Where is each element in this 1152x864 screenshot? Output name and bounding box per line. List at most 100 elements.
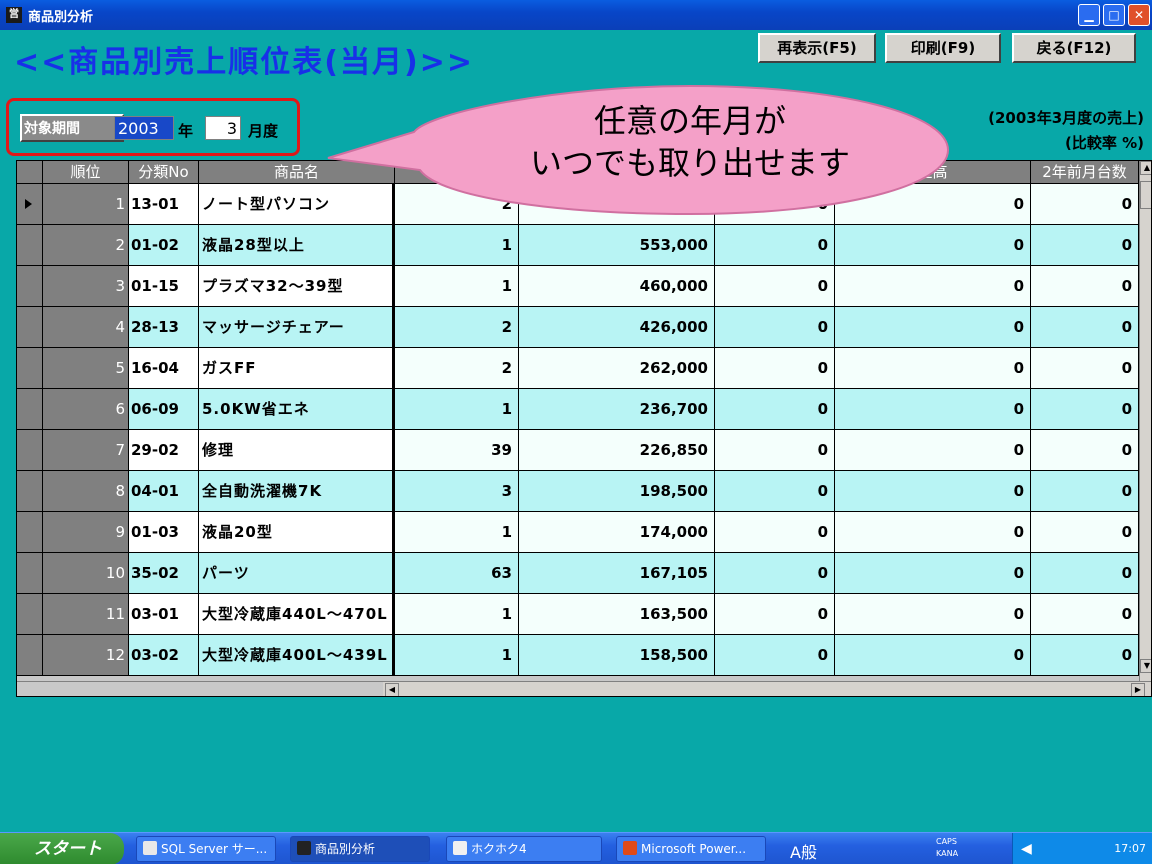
row-selector[interactable]	[17, 430, 43, 471]
last-year-qty-cell[interactable]: 0	[715, 389, 835, 430]
row-selector[interactable]	[17, 389, 43, 430]
category-no-cell[interactable]: 03-02	[129, 635, 199, 676]
category-no-cell[interactable]: 04-01	[129, 471, 199, 512]
last-year-amount-cell[interactable]: 0	[835, 348, 1031, 389]
scroll-down-arrow-icon[interactable]: ▼	[1140, 659, 1151, 673]
vertical-scroll-thumb[interactable]	[1140, 181, 1151, 209]
taskbar-item-product-analysis[interactable]: 商品別分析	[290, 836, 430, 862]
row-selector[interactable]	[17, 471, 43, 512]
this-month-amount-cell[interactable]	[519, 184, 715, 225]
year-input[interactable]: 2003	[114, 116, 174, 140]
two-year-qty-cell[interactable]: 0	[1031, 184, 1139, 225]
rank-cell[interactable]: 8	[43, 471, 129, 512]
row-selector[interactable]	[17, 553, 43, 594]
scroll-left-arrow-icon[interactable]: ◀	[385, 683, 399, 696]
last-year-qty-cell[interactable]: 0	[715, 307, 835, 348]
category-no-cell[interactable]: 29-02	[129, 430, 199, 471]
product-name-cell[interactable]: 5.0KW省エネ	[199, 389, 395, 430]
horizontal-scrollbar[interactable]: ◀ ▶	[383, 681, 1151, 696]
two-year-qty-cell[interactable]: 0	[1031, 471, 1139, 512]
row-selector[interactable]	[17, 348, 43, 389]
last-year-amount-cell[interactable]: 0	[835, 635, 1031, 676]
last-year-amount-cell[interactable]: 0	[835, 512, 1031, 553]
product-name-cell[interactable]: 修理	[199, 430, 395, 471]
this-month-amount-cell[interactable]: 158,500	[519, 635, 715, 676]
rank-cell[interactable]: 9	[43, 512, 129, 553]
table-row[interactable]: 4 28-13 マッサージチェアー 2 426,000 0 0 0	[17, 307, 1151, 348]
this-month-amount-cell[interactable]: 167,105	[519, 553, 715, 594]
category-no-cell[interactable]: 28-13	[129, 307, 199, 348]
table-row[interactable]: 9 01-03 液晶20型 1 174,000 0 0 0	[17, 512, 1151, 553]
header-category-no[interactable]: 分類No	[129, 161, 199, 184]
product-name-cell[interactable]: プラズマ32～39型	[199, 266, 395, 307]
ime-indicator[interactable]: A般	[790, 839, 817, 863]
last-year-qty-cell[interactable]: 0	[715, 512, 835, 553]
last-year-qty-cell[interactable]: 0	[715, 594, 835, 635]
table-row[interactable]: 2 01-02 液晶28型以上 1 553,000 0 0 0	[17, 225, 1151, 266]
scroll-up-arrow-icon[interactable]: ▲	[1140, 161, 1151, 175]
close-button[interactable]: ✕	[1128, 4, 1150, 26]
product-name-cell[interactable]: 大型冷蔵庫440L～470L	[199, 594, 395, 635]
last-year-qty-cell[interactable]: 0	[715, 348, 835, 389]
last-year-amount-cell[interactable]: 0	[835, 471, 1031, 512]
product-name-cell[interactable]: パーツ	[199, 553, 395, 594]
last-year-amount-cell[interactable]: 0	[835, 430, 1031, 471]
header-two-year-qty[interactable]: 2年前月台数	[1031, 161, 1139, 184]
two-year-qty-cell[interactable]: 0	[1031, 389, 1139, 430]
last-year-amount-cell[interactable]: 0	[835, 184, 1031, 225]
last-year-qty-cell[interactable]: 0	[715, 225, 835, 266]
category-no-cell[interactable]: 35-02	[129, 553, 199, 594]
this-month-amount-cell[interactable]: 426,000	[519, 307, 715, 348]
table-row[interactable]: 3 01-15 プラズマ32～39型 1 460,000 0 0 0	[17, 266, 1151, 307]
category-no-cell[interactable]: 03-01	[129, 594, 199, 635]
row-selector[interactable]	[17, 225, 43, 266]
print-button[interactable]: 印刷(F9)	[885, 33, 1001, 63]
this-month-amount-cell[interactable]: 460,000	[519, 266, 715, 307]
row-selector[interactable]	[17, 635, 43, 676]
header-product-name[interactable]: 商品名	[199, 161, 395, 184]
this-month-amount-cell[interactable]: 553,000	[519, 225, 715, 266]
this-month-qty-cell[interactable]: 2	[395, 348, 519, 389]
last-year-amount-cell[interactable]: 0	[835, 225, 1031, 266]
product-name-cell[interactable]: 液晶20型	[199, 512, 395, 553]
header-rank[interactable]: 順位	[43, 161, 129, 184]
last-year-amount-cell[interactable]: 0	[835, 266, 1031, 307]
rank-cell[interactable]: 6	[43, 389, 129, 430]
category-no-cell[interactable]: 01-02	[129, 225, 199, 266]
this-month-amount-cell[interactable]: 262,000	[519, 348, 715, 389]
this-month-qty-cell[interactable]: 1	[395, 225, 519, 266]
this-month-qty-cell[interactable]: 3	[395, 471, 519, 512]
category-no-cell[interactable]: 06-09	[129, 389, 199, 430]
rank-cell[interactable]: 10	[43, 553, 129, 594]
table-row[interactable]: 11 03-01 大型冷蔵庫440L～470L 1 163,500 0 0 0	[17, 594, 1151, 635]
this-month-qty-cell[interactable]: 1	[395, 594, 519, 635]
table-row[interactable]: 6 06-09 5.0KW省エネ 1 236,700 0 0 0	[17, 389, 1151, 430]
product-name-cell[interactable]: 大型冷蔵庫400L～439L	[199, 635, 395, 676]
this-month-amount-cell[interactable]: 198,500	[519, 471, 715, 512]
two-year-qty-cell[interactable]: 0	[1031, 266, 1139, 307]
two-year-qty-cell[interactable]: 0	[1031, 512, 1139, 553]
last-year-qty-cell[interactable]: 0	[715, 471, 835, 512]
month-input[interactable]: 3	[205, 116, 241, 140]
row-selector[interactable]	[17, 594, 43, 635]
this-month-qty-cell[interactable]: 63	[395, 553, 519, 594]
vertical-scrollbar[interactable]: ▲ ▼	[1139, 161, 1151, 681]
last-year-amount-cell[interactable]: 0	[835, 553, 1031, 594]
category-no-cell[interactable]: 13-01	[129, 184, 199, 225]
back-button[interactable]: 戻る(F12)	[1012, 33, 1136, 63]
taskbar-item-powerpoint[interactable]: Microsoft Power...	[616, 836, 766, 862]
last-year-amount-cell[interactable]: 0	[835, 307, 1031, 348]
this-month-amount-cell[interactable]: 236,700	[519, 389, 715, 430]
this-month-qty-cell[interactable]: 2	[395, 307, 519, 348]
category-no-cell[interactable]: 01-03	[129, 512, 199, 553]
ranking-table[interactable]: 順位 分類No 商品名 今月 上高 2年前月台数 1 13-01 ノート型パソコン 2…	[16, 160, 1152, 697]
table-row[interactable]: 1 13-01 ノート型パソコン 2 0 0 0	[17, 184, 1151, 225]
product-name-cell[interactable]: マッサージチェアー	[199, 307, 395, 348]
two-year-qty-cell[interactable]: 0	[1031, 430, 1139, 471]
clock[interactable]: 17:07	[1114, 842, 1146, 855]
rank-cell[interactable]: 1	[43, 184, 129, 225]
this-month-amount-cell[interactable]: 163,500	[519, 594, 715, 635]
taskbar-item-sql-server[interactable]: SQL Server サー...	[136, 836, 276, 862]
table-row[interactable]: 8 04-01 全自動洗濯機7K 3 198,500 0 0 0	[17, 471, 1151, 512]
row-selector[interactable]	[17, 184, 43, 225]
